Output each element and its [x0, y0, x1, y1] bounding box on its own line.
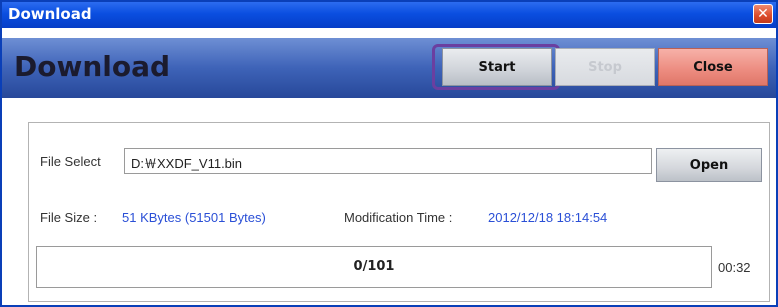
- file-path-field[interactable]: D:￦XXDF_V11.bin: [124, 148, 652, 174]
- title-bar[interactable]: Download ✕: [2, 2, 776, 28]
- start-button[interactable]: Start: [442, 48, 552, 86]
- file-select-label: File Select: [40, 154, 101, 169]
- modification-time-label: Modification Time :: [344, 210, 453, 225]
- modification-time-value: 2012/12/18 18:14:54: [488, 210, 608, 225]
- download-window: Download ✕ Download Start Stop Close Fil…: [0, 0, 778, 307]
- open-button[interactable]: Open: [656, 148, 762, 182]
- close-button[interactable]: Close: [658, 48, 768, 86]
- stop-button[interactable]: Stop: [555, 48, 655, 86]
- progress-bar: 0/101: [36, 246, 712, 288]
- window-title: Download: [8, 5, 92, 23]
- page-title: Download: [14, 50, 171, 83]
- window-close-icon[interactable]: ✕: [753, 4, 773, 24]
- file-size-value: 51 KBytes (51501 Bytes): [122, 210, 266, 225]
- file-size-label: File Size :: [40, 210, 98, 225]
- progress-text: 0/101: [353, 259, 395, 274]
- elapsed-time: 00:32: [718, 260, 751, 275]
